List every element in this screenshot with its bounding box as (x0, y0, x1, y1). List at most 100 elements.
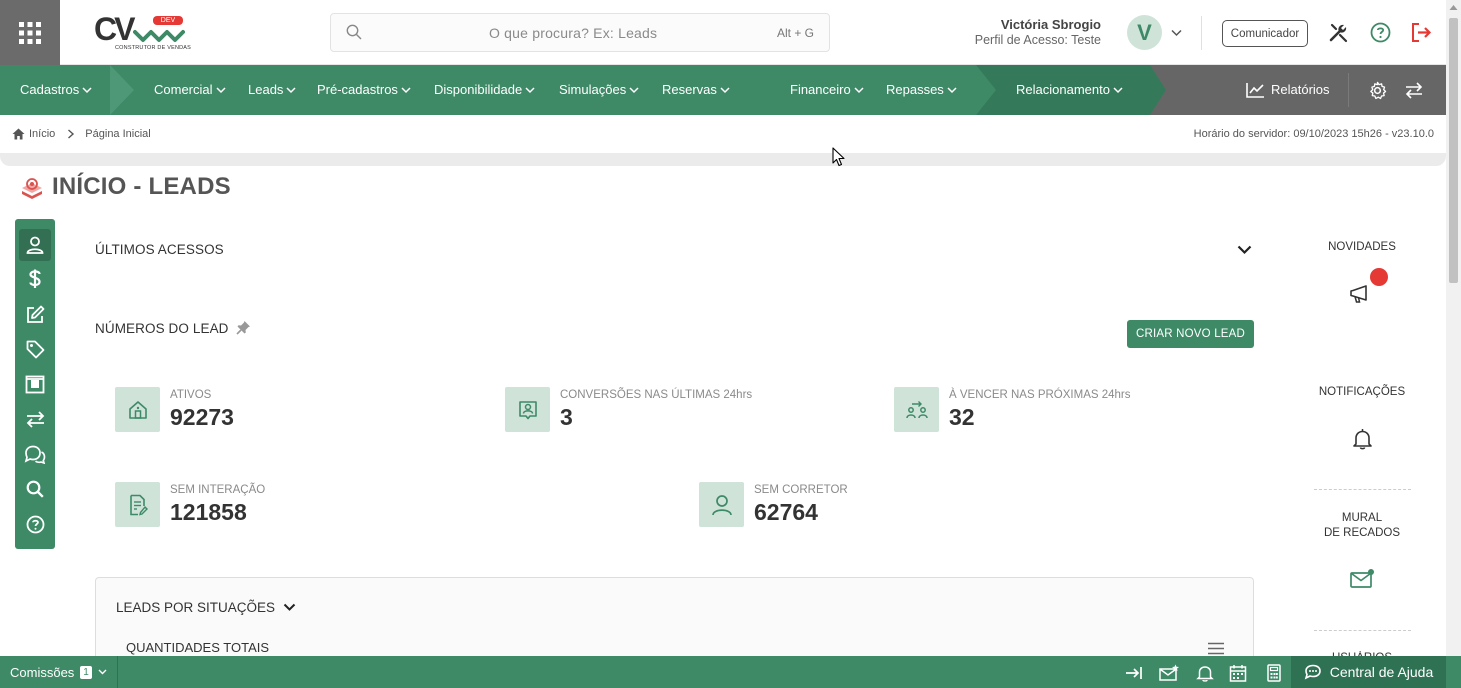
server-time: Horário do servidor: 09/10/2023 15h26 - … (1193, 128, 1434, 140)
help-icon[interactable] (1370, 22, 1391, 43)
sidebar-reservation-button[interactable] (19, 368, 51, 400)
tag-icon (26, 340, 44, 358)
user-name[interactable]: Victória Sbrogio (1001, 17, 1101, 32)
leads-by-situation-card: LEADS POR SITUAÇÕES QUANTIDADES TOTAIS (95, 577, 1254, 667)
calendar-icon[interactable] (1229, 664, 1247, 682)
stat-value: 62764 (754, 499, 818, 525)
nav-repasses[interactable]: Repasses (886, 82, 957, 97)
calculator-icon[interactable] (1265, 664, 1283, 682)
logo-badge: DEV (153, 16, 183, 25)
collapse-right-icon[interactable] (1125, 664, 1143, 682)
scrollbar-thumb[interactable] (1449, 18, 1458, 283)
search-icon (346, 24, 362, 40)
app-menu-button[interactable] (0, 0, 60, 65)
nav-relacionamento[interactable]: Relacionamento (1016, 82, 1123, 97)
communicator-button[interactable]: Comunicador (1222, 20, 1308, 47)
chevron-down-icon (286, 86, 296, 93)
sidebar-edit-button[interactable] (19, 298, 51, 330)
leads-target-icon (22, 178, 42, 199)
person-icon (711, 494, 732, 515)
dollar-icon (29, 269, 41, 288)
sidebar-help-button[interactable] (19, 508, 51, 540)
megaphone-icon[interactable] (1349, 282, 1377, 304)
help-center-label: Central de Ajuda (1329, 664, 1434, 680)
divider (1314, 630, 1411, 631)
person-icon (26, 236, 44, 254)
chevron-down-icon[interactable] (1237, 245, 1252, 255)
nav-comercial[interactable]: Comercial (154, 82, 226, 97)
lead-numbers-title: NÚMEROS DO LEAD (95, 321, 229, 336)
stat-value: 121858 (170, 499, 247, 525)
pin-icon[interactable] (236, 320, 251, 335)
bottom-bar: Comissões 1 Central de Ajuda (0, 656, 1461, 688)
nav-leads[interactable]: Leads (248, 82, 296, 97)
chevron-right-icon (68, 129, 75, 139)
tools-icon[interactable] (1328, 22, 1349, 43)
help-icon (26, 515, 44, 533)
home-icon[interactable] (12, 128, 25, 140)
divider (1201, 16, 1202, 50)
left-sidebar (15, 219, 55, 549)
divider (1348, 73, 1349, 107)
grid-icon (19, 21, 41, 44)
gear-icon[interactable] (1368, 81, 1387, 100)
nav-pre-cadastros[interactable]: Pré-cadastros (317, 82, 411, 97)
logo-wave-icon (133, 30, 185, 42)
people-exchange-icon (905, 400, 928, 418)
breadcrumb-home[interactable]: Início (29, 128, 55, 140)
stat-a-vencer[interactable]: À VENCER NAS PRÓXIMAS 24hrs 32 (894, 387, 1254, 432)
chevron-down-icon (947, 86, 957, 93)
user-profile[interactable]: Perfil de Acesso: Teste (975, 33, 1101, 47)
search-input[interactable]: O que procura? Ex: Leads Alt + G (330, 13, 830, 52)
logo[interactable]: CV DEV CONSTRUTOR DE VENDAS (93, 11, 191, 55)
stat-label: SEM CORRETOR (754, 484, 848, 496)
menu-icon[interactable] (1208, 642, 1224, 655)
situations-toggle[interactable]: LEADS POR SITUAÇÕES (116, 600, 296, 615)
bell-icon[interactable] (1352, 428, 1373, 450)
bell-icon[interactable] (1196, 664, 1214, 682)
stat-sem-interacao[interactable]: SEM INTERAÇÃO 121858 (115, 482, 495, 527)
totals-title: QUANTIDADES TOTAIS (126, 640, 270, 655)
help-center-button[interactable]: Central de Ajuda (1291, 656, 1446, 688)
logout-icon[interactable] (1410, 22, 1432, 43)
stat-sem-corretor[interactable]: SEM CORRETOR 62764 (699, 482, 1079, 527)
avatar[interactable]: V (1127, 15, 1162, 50)
divider (1314, 489, 1411, 490)
sidebar-transfer-button[interactable] (19, 403, 51, 435)
mouse-cursor-icon (832, 147, 845, 167)
search-placeholder: O que procura? Ex: Leads (489, 25, 658, 41)
scroll-up-icon[interactable] (1449, 4, 1458, 11)
commissions-button[interactable]: Comissões 1 (0, 656, 118, 688)
sidebar-tag-button[interactable] (19, 333, 51, 365)
sidebar-search-button[interactable] (19, 473, 51, 505)
swap-icon[interactable] (1405, 82, 1423, 99)
sidebar-leads-button[interactable] (19, 229, 51, 261)
chevron-down-icon (1113, 86, 1123, 93)
headset-chat-icon (1304, 664, 1321, 680)
ticket-icon (25, 375, 45, 393)
breadcrumb: Início Página Inicial (12, 128, 151, 140)
create-lead-button[interactable]: CRIAR NOVO LEAD (1127, 320, 1254, 348)
envelope-icon[interactable] (1349, 568, 1377, 590)
chevron-down-icon (720, 86, 730, 93)
chevron-down-icon[interactable] (1171, 29, 1182, 37)
swap-icon (26, 410, 44, 428)
mail-star-icon[interactable] (1159, 664, 1180, 682)
stat-icon-box (505, 387, 550, 432)
recent-access-title[interactable]: ÚLTIMOS ACESSOS (95, 242, 224, 257)
nav-simulacoes[interactable]: Simulações (559, 82, 639, 97)
chat-icon (24, 445, 46, 464)
sidebar-chat-button[interactable] (19, 438, 51, 470)
nav-reservas[interactable]: Reservas (662, 82, 730, 97)
chart-line-icon (1246, 83, 1264, 98)
nav-financeiro[interactable]: Financeiro (790, 82, 864, 97)
nav-cadastros[interactable]: Cadastros (20, 82, 92, 97)
stat-ativos[interactable]: ATIVOS 92273 (115, 387, 495, 432)
nav-disponibilidade[interactable]: Disponibilidade (434, 82, 535, 97)
chevron-down-icon (854, 86, 864, 93)
nav-relatorios[interactable]: Relatórios (1246, 81, 1330, 98)
sidebar-finance-button[interactable] (19, 263, 51, 295)
stat-conversoes[interactable]: CONVERSÕES NAS ÚLTIMAS 24hrs 3 (505, 387, 885, 432)
document-edit-icon (129, 494, 148, 515)
news-alert-dot (1370, 268, 1388, 286)
